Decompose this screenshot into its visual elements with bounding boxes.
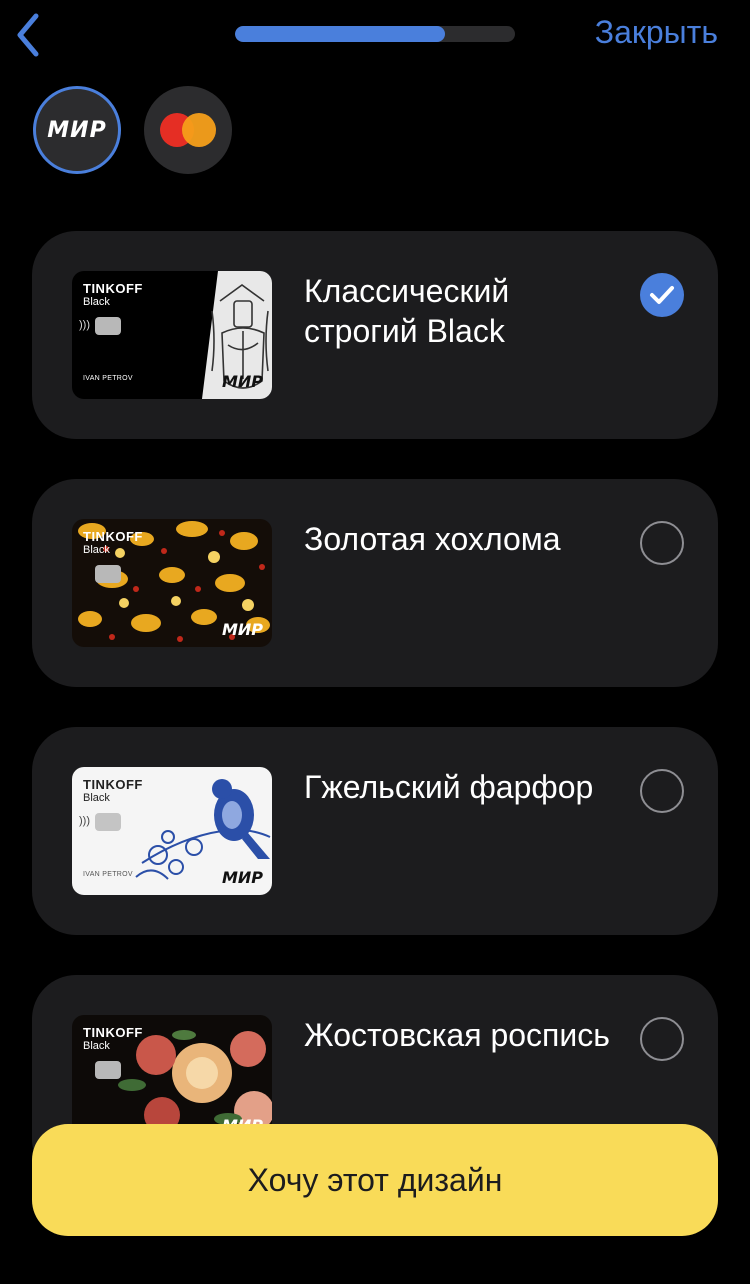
card-holder: IVAN PETROV — [83, 871, 133, 878]
mir-card-logo: МИР — [221, 372, 263, 391]
payment-system-mir[interactable]: МИР — [33, 86, 121, 174]
top-bar: Закрыть — [0, 0, 750, 70]
unselected-radio[interactable] — [640, 521, 684, 565]
progress-bar — [235, 26, 515, 42]
card-brand: TINKOFF — [83, 529, 143, 544]
unselected-radio[interactable] — [640, 1017, 684, 1061]
card-brand: TINKOFF — [83, 777, 143, 792]
design-option-gzhel[interactable]: TINKOFF Black ))) IVAN PETROV МИР Гжельс… — [32, 727, 718, 935]
card-tier: Black — [83, 792, 110, 804]
unselected-radio[interactable] — [640, 769, 684, 813]
selected-radio[interactable] — [640, 273, 684, 317]
back-button[interactable] — [10, 8, 50, 62]
mir-logo: МИР — [47, 117, 107, 143]
card-tier: Black — [83, 1040, 110, 1052]
card-brand: TINKOFF — [83, 1025, 143, 1040]
design-title: Золотая хохлома — [304, 521, 561, 557]
contactless-icon: ))) — [79, 319, 90, 331]
card-brand: TINKOFF — [83, 281, 143, 296]
card-tier: Black — [83, 544, 110, 556]
chip-icon — [95, 317, 121, 335]
design-title: Гжельский фарфор — [304, 769, 594, 805]
mir-card-logo: МИР — [221, 620, 263, 639]
design-option-khokhloma[interactable]: TINKOFF Black МИР Золотая хохлома — [32, 479, 718, 687]
choose-design-button[interactable]: Хочу этот дизайн — [32, 1124, 718, 1236]
chip-icon — [95, 813, 121, 831]
contactless-icon: ))) — [79, 815, 90, 827]
close-button[interactable]: Закрыть — [595, 14, 718, 51]
card-thumbnail: TINKOFF Black МИР — [72, 519, 272, 647]
design-title: Классический строгий Black — [304, 273, 510, 349]
chip-icon — [95, 1061, 121, 1079]
card-tier: Black — [83, 296, 110, 308]
mir-card-logo: МИР — [221, 868, 263, 887]
chevron-left-icon — [17, 13, 39, 57]
design-option-classic-black[interactable]: TINKOFF Black ))) IVAN PETROV МИР Класси… — [32, 231, 718, 439]
design-title: Жостовская роспись — [304, 1017, 610, 1053]
mastercard-logo — [160, 113, 216, 147]
card-thumbnail: TINKOFF Black ))) IVAN PETROV МИР — [72, 767, 272, 895]
chip-icon — [95, 565, 121, 583]
card-holder: IVAN PETROV — [83, 375, 133, 382]
payment-system-mastercard[interactable] — [144, 86, 232, 174]
checkmark-icon — [650, 286, 674, 304]
card-thumbnail: TINKOFF Black ))) IVAN PETROV МИР — [72, 271, 272, 399]
progress-fill — [235, 26, 445, 42]
